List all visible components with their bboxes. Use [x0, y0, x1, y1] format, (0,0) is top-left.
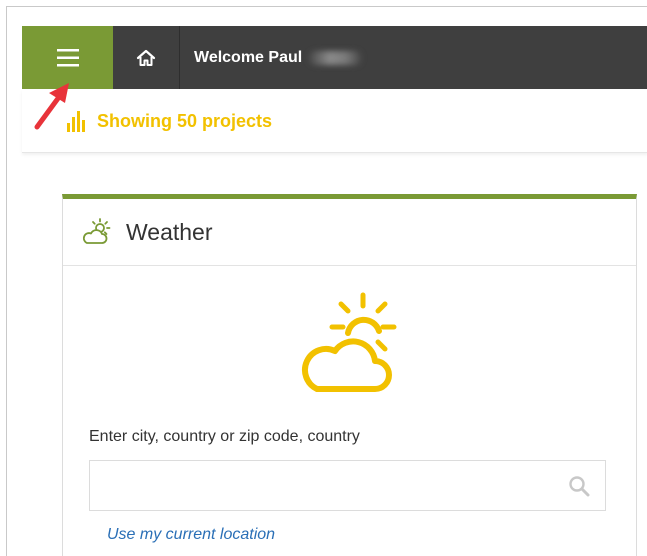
location-search-box	[89, 460, 606, 511]
projects-count-link[interactable]: Showing 50 projects	[97, 111, 272, 132]
home-button[interactable]	[113, 26, 180, 89]
weather-card-header: Weather	[63, 199, 636, 266]
redacted-surname	[308, 50, 363, 65]
menu-button[interactable]	[22, 26, 113, 89]
hamburger-icon	[56, 48, 79, 66]
app-frame: Welcome Paul Showing 50 projects Weather…	[6, 6, 647, 556]
bar-chart-icon	[67, 110, 87, 132]
welcome-message: Welcome Paul	[180, 26, 363, 89]
weather-illustration-icon	[297, 291, 405, 402]
location-prompt-label: Enter city, country or zip code, country	[89, 428, 360, 445]
use-current-location-link[interactable]: Use my current location	[107, 526, 275, 544]
welcome-text: Welcome Paul	[194, 48, 303, 66]
top-navigation-bar: Welcome Paul	[22, 26, 647, 89]
projects-summary-bar: Showing 50 projects	[22, 90, 647, 153]
home-icon	[136, 49, 156, 66]
partly-sunny-icon	[82, 218, 112, 246]
location-search-input[interactable]	[90, 461, 560, 510]
weather-widget: Weather Enter city, country or zip code,…	[62, 194, 637, 556]
weather-title: Weather	[126, 218, 213, 245]
search-icon[interactable]	[568, 475, 590, 497]
